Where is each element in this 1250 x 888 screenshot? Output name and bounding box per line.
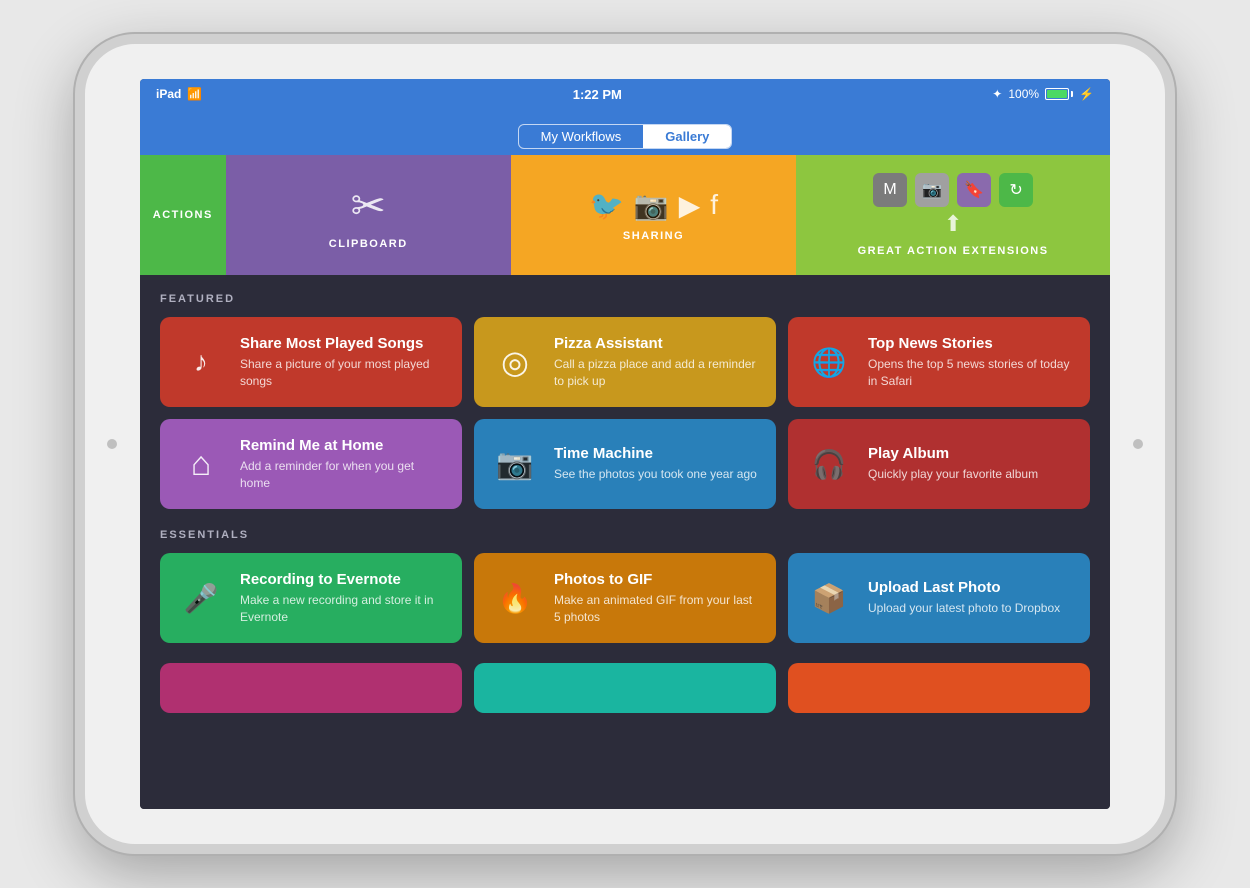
ext-icon-4: ↻ [999,173,1033,207]
home-button[interactable] [1133,439,1143,449]
ext-icon-2: 📷 [915,173,949,207]
card-desc-share-most-played: Share a picture of your most played song… [240,356,446,390]
card-title-play-album: Play Album [868,445,1038,462]
card-icon-share-most-played: ♪ [176,337,226,387]
card-title-photos-gif: Photos to GIF [554,571,760,588]
segmented-control[interactable]: My Workflows Gallery [518,124,733,149]
card-upload-last-photo[interactable]: 📦 Upload Last Photo Upload your latest p… [788,553,1090,643]
facebook-icon: f [710,189,718,222]
card-bottom-3[interactable] [788,663,1090,713]
category-extensions-label: GREAT ACTION EXTENSIONS [858,245,1049,257]
device-name: iPad [156,87,181,101]
card-icon-news: 🌐 [804,337,854,387]
category-extensions[interactable]: M 📷 🔖 ↻ ⬆ GREAT ACTION EXTENSIONS [796,155,1110,275]
essentials-section-title: ESSENTIALS [160,529,1090,541]
ipad-frame: iPad 📶 1:22 PM ✦ 100% ⚡ My Workflows [75,34,1175,854]
category-actions[interactable]: ACTIONS [140,155,226,275]
card-title-news: Top News Stories [868,335,1074,352]
card-time-machine[interactable]: 📷 Time Machine See the photos you took o… [474,419,776,509]
category-sharing-label: SHARING [623,230,684,242]
charging-icon: ⚡ [1079,87,1094,101]
card-pizza-assistant[interactable]: ◎ Pizza Assistant Call a pizza place and… [474,317,776,407]
card-bottom-1[interactable] [160,663,462,713]
category-clipboard-label: CLIPBOARD [329,238,408,250]
card-title-pizza: Pizza Assistant [554,335,760,352]
card-icon-headphones: 🎧 [804,439,854,489]
card-bottom-2[interactable] [474,663,776,713]
card-desc-photos-gif: Make an animated GIF from your last 5 ph… [554,592,760,626]
ext-icon-3: 🔖 [957,173,991,207]
card-icon-pizza: ◎ [490,337,540,387]
card-desc-recording: Make a new recording and store it in Eve… [240,592,446,626]
status-time: 1:22 PM [573,87,622,102]
card-remind-home[interactable]: ⌂ Remind Me at Home Add a reminder for w… [160,419,462,509]
card-desc-upload: Upload your latest photo to Dropbox [868,600,1060,617]
featured-cards-grid: ♪ Share Most Played Songs Share a pictur… [160,317,1090,509]
main-content: FEATURED ♪ Share Most Played Songs Share… [140,275,1110,809]
tab-gallery[interactable]: Gallery [643,125,731,148]
ipad-screen: iPad 📶 1:22 PM ✦ 100% ⚡ My Workflows [140,79,1110,809]
twitter-icon: 🐦 [589,189,624,222]
nav-bar: My Workflows Gallery [140,109,1110,155]
card-desc-time-machine: See the photos you took one year ago [554,466,757,483]
tab-my-workflows[interactable]: My Workflows [519,125,644,148]
featured-section-title: FEATURED [160,293,1090,305]
card-play-album[interactable]: 🎧 Play Album Quickly play your favorite … [788,419,1090,509]
card-icon-home: ⌂ [176,439,226,489]
clipboard-icon: ✂ [351,181,386,230]
card-desc-remind: Add a reminder for when you get home [240,458,446,492]
card-icon-fire: 🔥 [490,573,540,623]
camera-dot [107,439,117,449]
battery-icon [1045,88,1073,100]
card-title-upload: Upload Last Photo [868,579,1060,596]
status-left: iPad 📶 [156,87,202,101]
status-right: ✦ 100% ⚡ [992,87,1094,101]
card-title-remind: Remind Me at Home [240,437,446,454]
card-desc-play-album: Quickly play your favorite album [868,466,1038,483]
ext-icon-1: M [873,173,907,207]
battery-pct: 100% [1008,87,1039,101]
card-title-share-most-played: Share Most Played Songs [240,335,446,352]
category-banner: ACTIONS ✂ CLIPBOARD 🐦 📷 ▶ f SHARING [140,155,1110,275]
card-share-most-played[interactable]: ♪ Share Most Played Songs Share a pictur… [160,317,462,407]
card-icon-camera: 📷 [490,439,540,489]
card-title-recording: Recording to Evernote [240,571,446,588]
social-icons-row: 🐦 📷 ▶ f [589,189,718,222]
more-cards-grid [160,663,1090,713]
share-icon: ⬆ [944,211,962,237]
category-actions-label: ACTIONS [153,209,213,221]
card-desc-pizza: Call a pizza place and add a reminder to… [554,356,760,390]
category-clipboard[interactable]: ✂ CLIPBOARD [226,155,511,275]
card-recording-evernote[interactable]: 🎤 Recording to Evernote Make a new recor… [160,553,462,643]
wifi-icon: 📶 [187,87,202,101]
card-icon-mic: 🎤 [176,573,226,623]
card-top-news[interactable]: 🌐 Top News Stories Opens the top 5 news … [788,317,1090,407]
category-sharing[interactable]: 🐦 📷 ▶ f SHARING [511,155,796,275]
status-bar: iPad 📶 1:22 PM ✦ 100% ⚡ [140,79,1110,109]
action-ext-icons: M 📷 🔖 ↻ ⬆ [873,173,1033,237]
card-photos-gif[interactable]: 🔥 Photos to GIF Make an animated GIF fro… [474,553,776,643]
essentials-cards-grid: 🎤 Recording to Evernote Make a new recor… [160,553,1090,643]
instagram-icon: 📷 [634,189,669,222]
card-title-time-machine: Time Machine [554,445,757,462]
bluetooth-icon: ✦ [992,87,1002,101]
youtube-icon: ▶ [679,189,701,222]
card-desc-news: Opens the top 5 news stories of today in… [868,356,1074,390]
card-icon-dropbox: 📦 [804,573,854,623]
